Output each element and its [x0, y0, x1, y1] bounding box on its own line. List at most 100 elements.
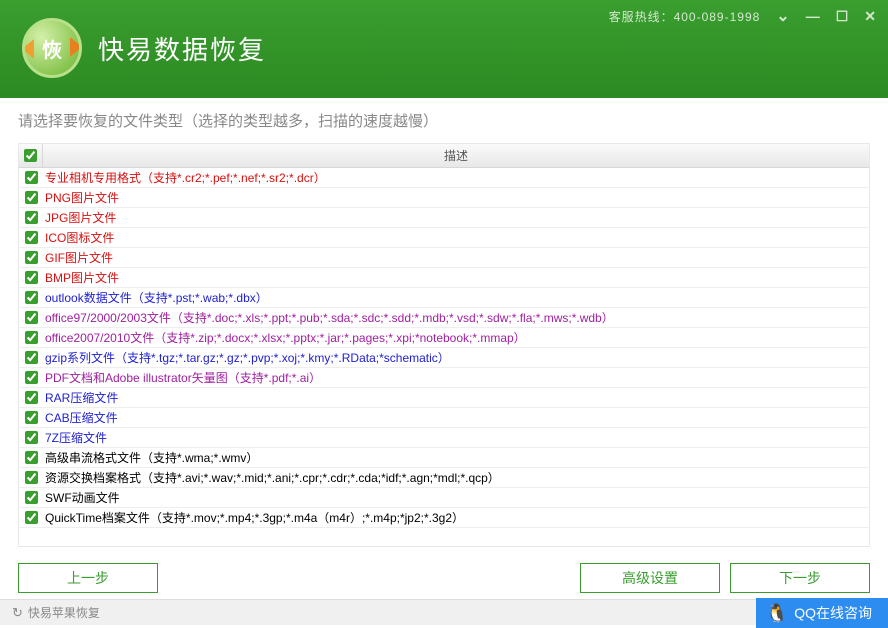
row-description: PDF文档和Adobe illustrator矢量图（支持*.pdf;*.ai）	[43, 369, 869, 386]
logo-char: 恢	[42, 34, 62, 63]
table-row[interactable]: QuickTime档案文件（支持*.mov;*.mp4;*.3gp;*.m4a（…	[19, 508, 869, 528]
row-checkbox[interactable]	[25, 411, 38, 424]
row-check-cell	[19, 231, 43, 244]
row-checkbox[interactable]	[25, 451, 38, 464]
hotline-text: 客服热线：400-089-1998	[609, 8, 761, 25]
instruction-text: 请选择要恢复的文件类型（选择的类型越多，扫描的速度越慢）	[18, 110, 870, 131]
row-check-cell	[19, 351, 43, 364]
row-description: office2007/2010文件（支持*.zip;*.docx;*.xlsx;…	[43, 329, 869, 346]
row-checkbox[interactable]	[25, 331, 38, 344]
apple-recovery-label: 快易苹果恢复	[28, 604, 100, 621]
row-checkbox[interactable]	[25, 511, 38, 524]
refresh-icon: ↻	[12, 605, 23, 621]
row-description: 高级串流格式文件（支持*.wma;*.wmv）	[43, 449, 869, 466]
table-row[interactable]: JPG图片文件	[19, 208, 869, 228]
advanced-settings-button[interactable]: 高级设置	[580, 563, 720, 593]
select-all-cell	[19, 144, 43, 167]
row-checkbox[interactable]	[25, 171, 38, 184]
row-check-cell	[19, 291, 43, 304]
row-check-cell	[19, 391, 43, 404]
close-icon[interactable]: ✕	[864, 8, 876, 25]
table-row[interactable]: PNG图片文件	[19, 188, 869, 208]
table-row[interactable]: office97/2000/2003文件（支持*.doc;*.xls;*.ppt…	[19, 308, 869, 328]
row-description: GIF图片文件	[43, 249, 869, 266]
table-row[interactable]: BMP图片文件	[19, 268, 869, 288]
row-check-cell	[19, 511, 43, 524]
bottom-bar: ↻ 快易苹果恢复	[0, 599, 888, 625]
content: 请选择要恢复的文件类型（选择的类型越多，扫描的速度越慢） 描述 专业相机专用格式…	[0, 98, 888, 553]
row-check-cell	[19, 171, 43, 184]
row-check-cell	[19, 311, 43, 324]
row-checkbox[interactable]	[25, 371, 38, 384]
maximize-icon[interactable]: ☐	[836, 8, 849, 25]
table-row[interactable]: RAR压缩文件	[19, 388, 869, 408]
row-description: 专业相机专用格式（支持*.cr2;*.pef;*.nef;*.sr2;*.dcr…	[43, 169, 869, 186]
row-check-cell	[19, 211, 43, 224]
row-description: RAR压缩文件	[43, 389, 869, 406]
row-checkbox[interactable]	[25, 351, 38, 364]
row-check-cell	[19, 191, 43, 204]
table-row[interactable]: 专业相机专用格式（支持*.cr2;*.pef;*.nef;*.sr2;*.dcr…	[19, 168, 869, 188]
table-row[interactable]: 资源交换档案格式（支持*.avi;*.wav;*.mid;*.ani;*.cpr…	[19, 468, 869, 488]
table-row[interactable]: outlook数据文件（支持*.pst;*.wab;*.dbx）	[19, 288, 869, 308]
row-description: PNG图片文件	[43, 189, 869, 206]
table-row[interactable]: ICO图标文件	[19, 228, 869, 248]
row-description: CAB压缩文件	[43, 409, 869, 426]
row-checkbox[interactable]	[25, 291, 38, 304]
table-row[interactable]: 7Z压缩文件	[19, 428, 869, 448]
row-checkbox[interactable]	[25, 471, 38, 484]
column-header-description: 描述	[43, 147, 869, 164]
row-check-cell	[19, 331, 43, 344]
next-button[interactable]: 下一步	[730, 563, 870, 593]
row-description: 资源交换档案格式（支持*.avi;*.wav;*.mid;*.ani;*.cpr…	[43, 469, 869, 486]
row-checkbox[interactable]	[25, 311, 38, 324]
top-bar: 客服热线：400-089-1998 ⌄ — ☐ ✕	[609, 6, 876, 26]
prev-button[interactable]: 上一步	[18, 563, 158, 593]
row-description: office97/2000/2003文件（支持*.doc;*.xls;*.ppt…	[43, 309, 869, 326]
table-row[interactable]: CAB压缩文件	[19, 408, 869, 428]
row-description: ICO图标文件	[43, 229, 869, 246]
table-row[interactable]: PDF文档和Adobe illustrator矢量图（支持*.pdf;*.ai）	[19, 368, 869, 388]
select-all-checkbox[interactable]	[24, 149, 37, 162]
row-checkbox[interactable]	[25, 491, 38, 504]
row-check-cell	[19, 431, 43, 444]
qq-label: QQ在线咨询	[794, 603, 872, 623]
table-row[interactable]: GIF图片文件	[19, 248, 869, 268]
row-checkbox[interactable]	[25, 391, 38, 404]
row-description: BMP图片文件	[43, 269, 869, 286]
logo-icon: 恢	[22, 18, 82, 78]
row-checkbox[interactable]	[25, 271, 38, 284]
table-body[interactable]: 专业相机专用格式（支持*.cr2;*.pef;*.nef;*.sr2;*.dcr…	[19, 168, 869, 546]
minimize-icon[interactable]: —	[806, 8, 820, 24]
app-title: 快易数据恢复	[98, 30, 266, 67]
row-check-cell	[19, 471, 43, 484]
app-header: 客服热线：400-089-1998 ⌄ — ☐ ✕ 恢 快易数据恢复	[0, 0, 888, 98]
row-checkbox[interactable]	[25, 191, 38, 204]
qq-consult-button[interactable]: 🐧 QQ在线咨询	[756, 598, 888, 628]
row-description: 7Z压缩文件	[43, 429, 869, 446]
row-description: QuickTime档案文件（支持*.mov;*.mp4;*.3gp;*.m4a（…	[43, 509, 869, 526]
qq-icon: 🐧	[766, 603, 788, 624]
row-description: JPG图片文件	[43, 209, 869, 226]
row-checkbox[interactable]	[25, 431, 38, 444]
row-check-cell	[19, 251, 43, 264]
table-row[interactable]: gzip系列文件（支持*.tgz;*.tar.gz;*.gz;*.pvp;*.x…	[19, 348, 869, 368]
row-description: gzip系列文件（支持*.tgz;*.tar.gz;*.gz;*.pvp;*.x…	[43, 349, 869, 366]
row-check-cell	[19, 371, 43, 384]
row-check-cell	[19, 451, 43, 464]
row-check-cell	[19, 271, 43, 284]
window-controls: ⌄ — ☐ ✕	[776, 6, 876, 26]
row-checkbox[interactable]	[25, 231, 38, 244]
row-check-cell	[19, 411, 43, 424]
apple-recovery-link[interactable]: ↻ 快易苹果恢复	[12, 604, 100, 621]
dropdown-icon[interactable]: ⌄	[776, 6, 789, 26]
table-header: 描述	[19, 144, 869, 168]
table-row[interactable]: SWF动画文件	[19, 488, 869, 508]
footer-buttons: 上一步 高级设置 下一步	[0, 553, 888, 599]
row-checkbox[interactable]	[25, 251, 38, 264]
row-checkbox[interactable]	[25, 211, 38, 224]
row-description: outlook数据文件（支持*.pst;*.wab;*.dbx）	[43, 289, 869, 306]
table-row[interactable]: 高级串流格式文件（支持*.wma;*.wmv）	[19, 448, 869, 468]
row-check-cell	[19, 491, 43, 504]
table-row[interactable]: office2007/2010文件（支持*.zip;*.docx;*.xlsx;…	[19, 328, 869, 348]
